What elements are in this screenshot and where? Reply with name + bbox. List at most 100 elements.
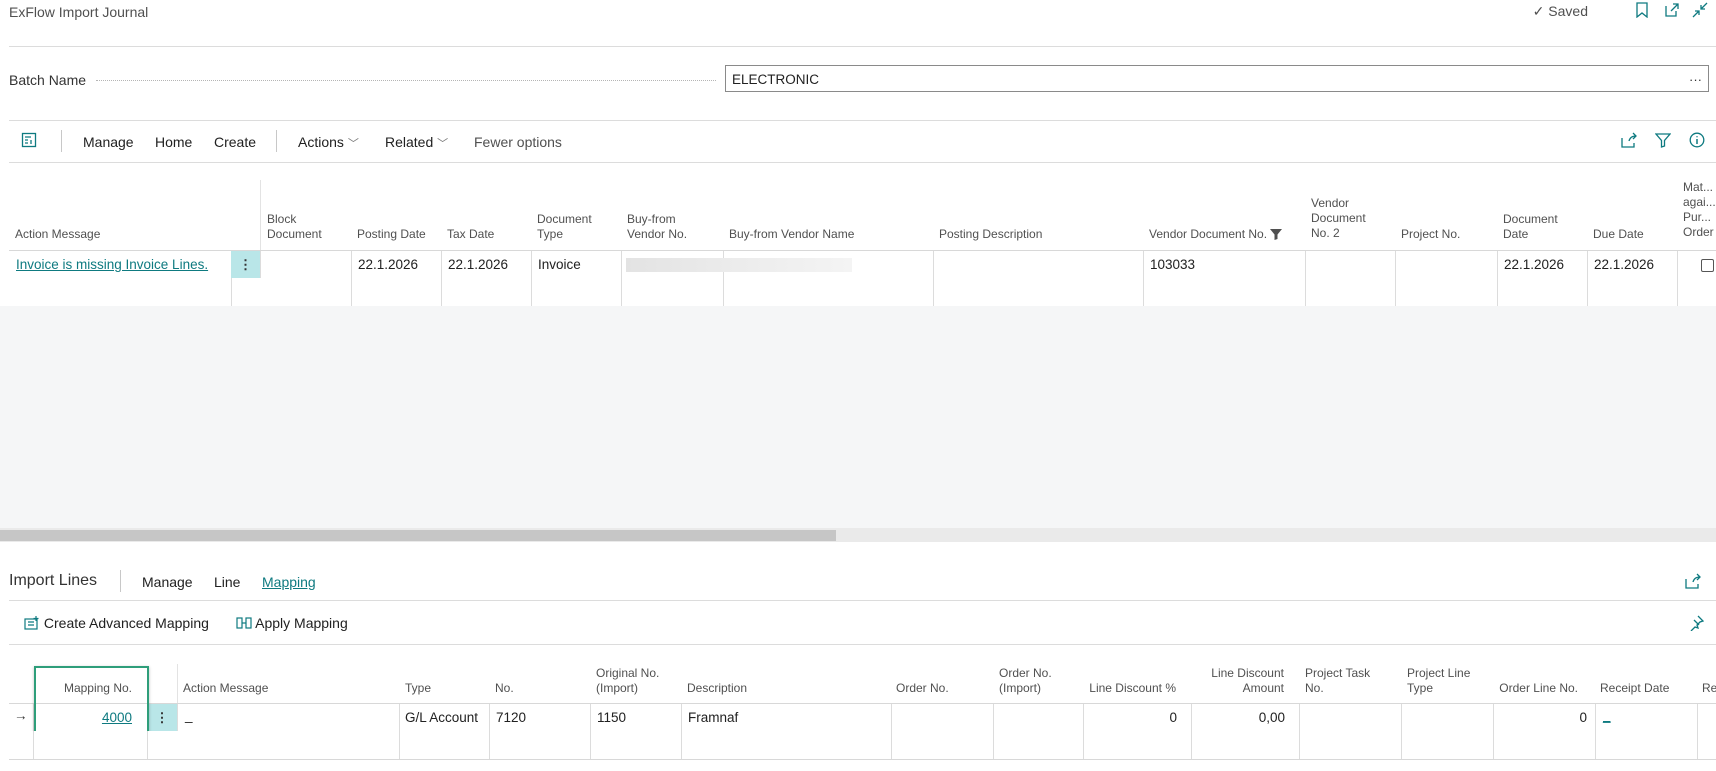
col-vendor-document-no-2[interactable]: Vendor Document No. 2 (1311, 196, 1381, 241)
layout-icon[interactable] (21, 132, 37, 151)
col-action-message[interactable]: Action Message (183, 681, 268, 696)
line-discount-pct-cell[interactable]: 0 (1089, 710, 1177, 725)
dotted-leader (96, 80, 716, 81)
col-block-document[interactable]: Block Document (267, 212, 339, 242)
col-document-type[interactable]: Document Type (537, 212, 607, 242)
action-message-cell[interactable]: _ (185, 708, 193, 723)
action-message-link[interactable]: Invoice is missing Invoice Lines. (16, 257, 208, 272)
receipt-date-cell[interactable]: _ (1603, 708, 1611, 723)
separator (120, 570, 121, 592)
action-fewer-options[interactable]: Fewer options (474, 134, 562, 150)
order-line-no-cell[interactable]: 0 (1499, 710, 1587, 725)
original-no-cell[interactable]: 1150 (597, 710, 626, 725)
col-line-discount-pct[interactable]: Line Discount % (1080, 681, 1176, 696)
create-advanced-mapping-button[interactable]: Create Advanced Mapping (24, 615, 209, 633)
mapping-icon (24, 616, 40, 633)
grid-empty-area (0, 306, 1716, 528)
filter-icon[interactable] (1654, 132, 1672, 151)
chevron-down-icon: ﹀ (347, 138, 359, 150)
info-icon[interactable] (1689, 132, 1705, 151)
col-receipt-date[interactable]: Receipt Date (1600, 681, 1669, 696)
saved-status: ✓ Saved (1532, 3, 1588, 19)
description-cell[interactable]: Framnaf (688, 710, 738, 725)
no-cell[interactable]: 7120 (496, 710, 526, 725)
matched-checkbox[interactable] (1701, 259, 1714, 272)
col-buy-from-vendor-no[interactable]: Buy-from Vendor No. (627, 212, 707, 242)
col-posting-description[interactable]: Posting Description (939, 227, 1042, 242)
tab-mapping[interactable]: Mapping (262, 574, 316, 590)
document-type-cell[interactable]: Invoice (538, 257, 581, 272)
col-tax-date[interactable]: Tax Date (447, 227, 494, 242)
col-order-line-no[interactable]: Order Line No. (1496, 681, 1578, 696)
divider (9, 120, 1716, 121)
col-description[interactable]: Description (687, 681, 747, 696)
separator (61, 130, 62, 152)
action-bar: Manage Home Create Actions ﹀ Related ﹀ F… (9, 122, 1716, 162)
apply-mapping-icon (236, 616, 252, 633)
import-lines-title: Import Lines (9, 572, 98, 589)
collapse-icon[interactable] (1690, 2, 1710, 22)
col-posting-date[interactable]: Posting Date (357, 227, 426, 242)
mapping-no-link[interactable]: 4000 (40, 710, 132, 725)
mapping-no-focus (34, 666, 149, 736)
col-due-date[interactable]: Due Date (1593, 227, 1644, 242)
col-order-no-import[interactable]: Order No. (Import) (999, 666, 1061, 696)
row-actions-button[interactable]: ⋮ (147, 704, 177, 732)
share-icon[interactable] (1621, 132, 1638, 151)
apply-mapping-button[interactable]: Apply Mapping (236, 615, 348, 633)
action-actions[interactable]: Actions ﹀ (298, 134, 359, 151)
col-matched[interactable]: Mat... agai... Pur... Order (1683, 180, 1715, 244)
bookmark-icon[interactable] (1632, 2, 1652, 22)
separator (276, 130, 277, 152)
batch-name-label: Batch Name (9, 72, 87, 88)
batch-name-input[interactable]: ELECTRONIC (725, 65, 1709, 92)
col-original-no[interactable]: Original No. (Import) (596, 666, 668, 696)
action-create[interactable]: Create (214, 134, 256, 150)
col-vendor-document-no[interactable]: Vendor Document No. (1149, 227, 1283, 244)
redacted-vendor (626, 258, 852, 272)
divider (9, 600, 1716, 601)
line-discount-amount-cell[interactable]: 0,00 (1197, 710, 1285, 725)
tab-manage[interactable]: Manage (142, 574, 193, 590)
import-line-row-empty[interactable] (9, 731, 1716, 760)
col-type[interactable]: Type (405, 681, 431, 696)
due-date-cell[interactable]: 22.1.2026 (1594, 257, 1654, 272)
type-cell[interactable]: G/L Account (405, 710, 478, 725)
vendor-document-no-cell[interactable]: 103033 (1150, 257, 1195, 272)
action-manage[interactable]: Manage (83, 134, 134, 150)
import-line-row[interactable]: → ⋮ _ G/L Account 7120 1150 Framnaf 0 0,… (9, 703, 1716, 733)
share-icon[interactable] (1685, 573, 1702, 592)
col-project-task-no[interactable]: Project Task No. (1305, 666, 1385, 696)
col-document-date[interactable]: Document Date (1503, 212, 1573, 242)
col-buy-from-vendor-name[interactable]: Buy-from Vendor Name (729, 227, 854, 242)
journal-row-empty[interactable] (9, 278, 1716, 307)
row-actions-button[interactable]: ⋮ (231, 251, 260, 279)
journal-row[interactable]: Invoice is missing Invoice Lines. ⋮ 22.1… (9, 250, 1716, 280)
divider (9, 162, 1716, 163)
open-new-window-icon[interactable] (1662, 2, 1682, 22)
separator (260, 180, 261, 250)
checkmark-icon: ✓ (1532, 3, 1545, 19)
divider (9, 46, 1716, 47)
tax-date-cell[interactable]: 22.1.2026 (448, 257, 508, 272)
arrow-right-icon: → (14, 708, 28, 723)
col-no[interactable]: No. (495, 681, 514, 696)
posting-date-cell[interactable]: 22.1.2026 (358, 257, 418, 272)
batch-lookup-button[interactable]: ··· (1689, 72, 1702, 87)
action-related[interactable]: Related ﹀ (385, 134, 448, 151)
col-line-discount-amount[interactable]: Line Discount Amount (1200, 666, 1284, 696)
divider (9, 644, 1716, 645)
pin-icon[interactable] (1688, 615, 1705, 634)
document-date-cell[interactable]: 22.1.2026 (1504, 257, 1564, 272)
scrollbar-thumb[interactable] (0, 530, 836, 541)
action-home[interactable]: Home (155, 134, 192, 150)
col-project-line-type[interactable]: Project Line Type (1407, 666, 1487, 696)
col-action-message[interactable]: Action Message (15, 227, 100, 242)
col-re[interactable]: Re (1702, 681, 1716, 696)
col-project-no[interactable]: Project No. (1401, 227, 1460, 242)
col-order-no[interactable]: Order No. (896, 681, 949, 696)
tab-line[interactable]: Line (214, 574, 240, 590)
filter-active-icon (1270, 228, 1283, 244)
chevron-down-icon: ﹀ (437, 138, 449, 150)
page-title: ExFlow Import Journal (9, 4, 149, 20)
